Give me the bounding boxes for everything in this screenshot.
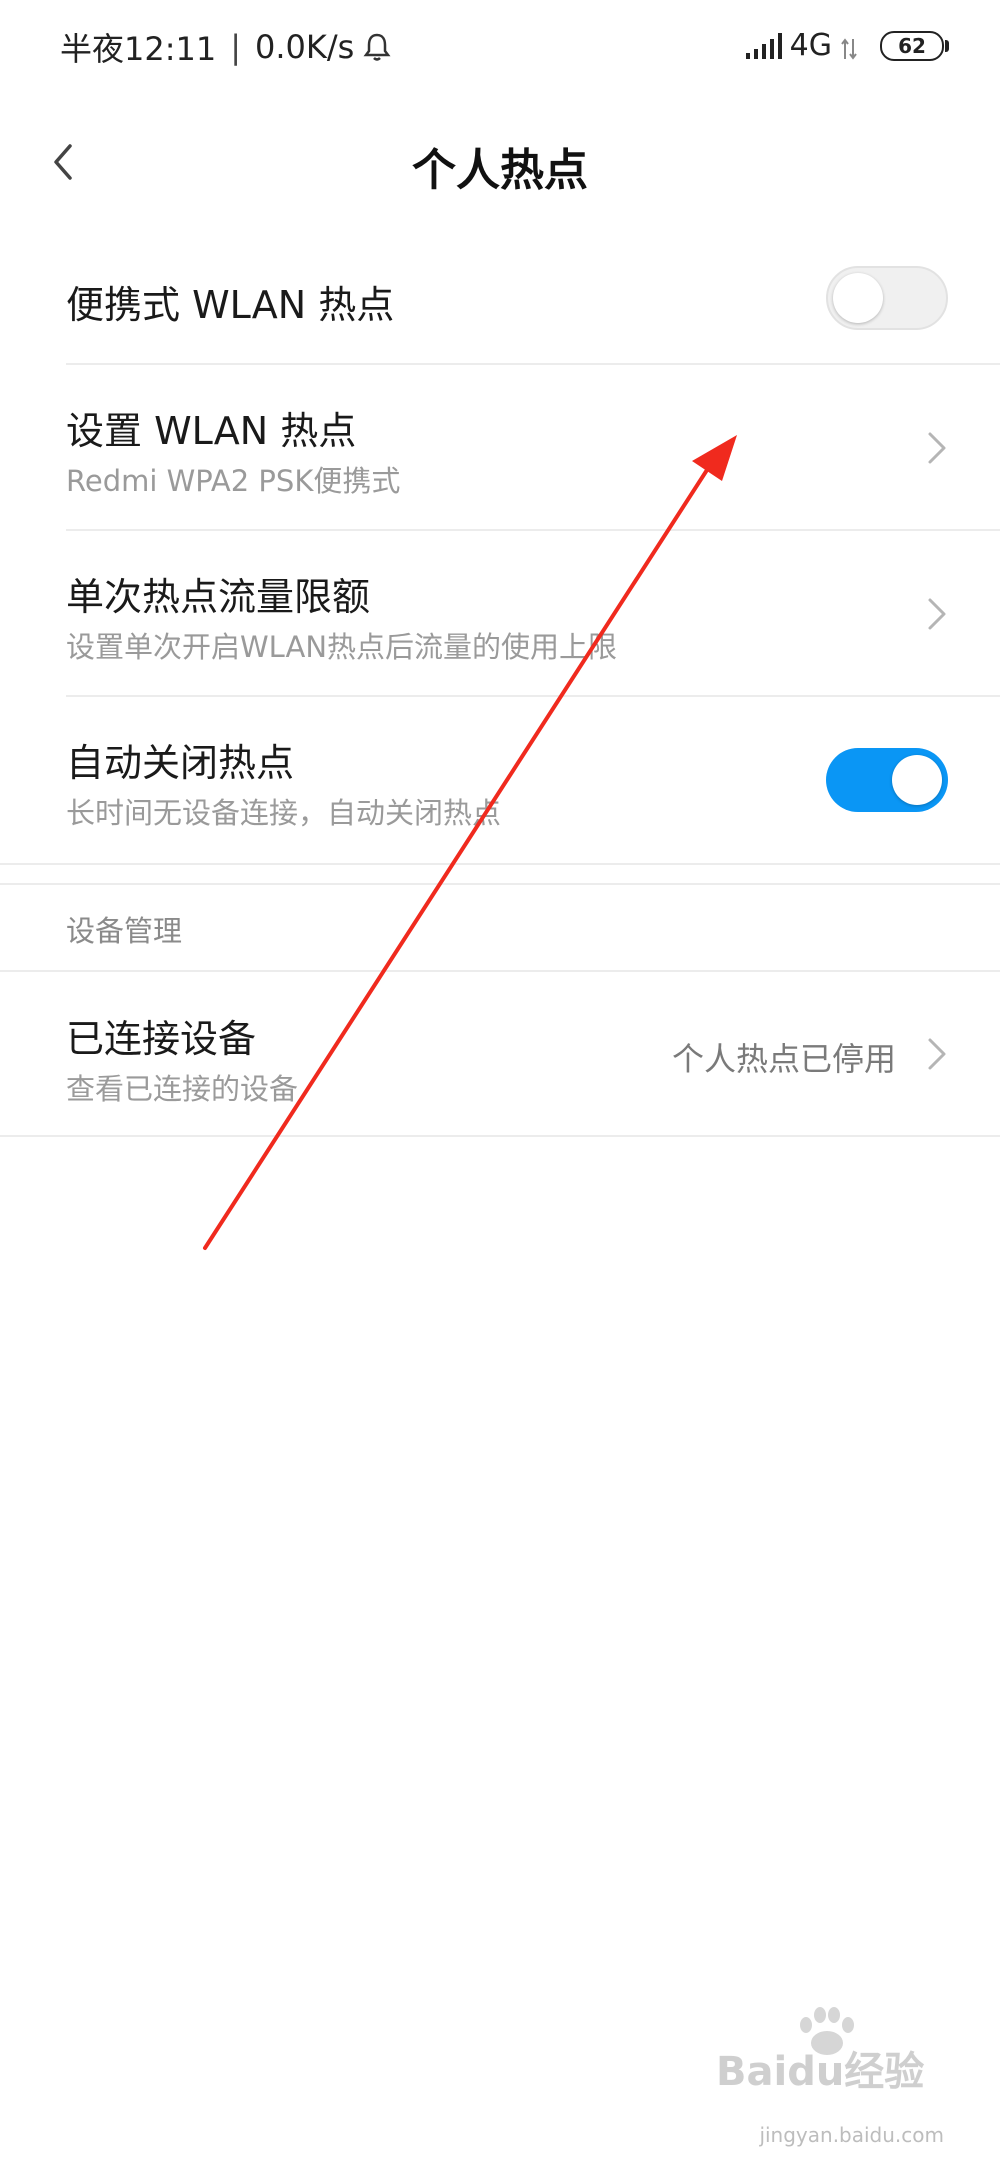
divider	[0, 1135, 1000, 1137]
hotspot-status-value: 个人热点已停用	[671, 1040, 896, 1078]
status-separator: |	[230, 28, 242, 66]
chevron-right-icon	[924, 592, 950, 636]
portable-hotspot-row[interactable]: 便携式 WLAN 热点	[0, 240, 1000, 365]
divider	[66, 529, 1000, 531]
status-left: 半夜12:11 | 0.0K/s	[60, 24, 392, 70]
signal-icon	[744, 31, 784, 61]
chevron-right-icon	[924, 426, 950, 470]
battery-icon: 62	[880, 30, 949, 61]
toggle-knob	[892, 755, 942, 805]
data-arrows-icon	[840, 34, 858, 60]
watermark-url: jingyan.baidu.com	[759, 2123, 944, 2147]
bell-icon	[362, 31, 392, 63]
status-net-speed: 0.0K/s	[255, 28, 355, 66]
divider	[66, 363, 1000, 365]
auto-off-subtitle: 长时间无设备连接，自动关闭热点	[66, 796, 502, 830]
status-time: 半夜12:11	[60, 30, 217, 68]
setup-hotspot-title: 设置 WLAN 热点	[66, 409, 357, 453]
section-divider	[0, 863, 1000, 865]
battery-level: 62	[898, 33, 926, 58]
status-right: 4G 62	[744, 28, 949, 63]
section-label-device-management: 设备管理	[66, 914, 183, 948]
connected-devices-title: 已连接设备	[66, 1017, 257, 1061]
auto-off-toggle[interactable]	[826, 748, 948, 812]
divider	[66, 695, 1000, 697]
header: 个人热点	[0, 110, 1000, 210]
data-limit-row[interactable]: 单次热点流量限额 设置单次开启WLAN热点后流量的使用上限	[0, 532, 1000, 697]
portable-hotspot-toggle[interactable]	[826, 266, 948, 330]
auto-off-title: 自动关闭热点	[66, 741, 295, 785]
setup-hotspot-subtitle: Redmi WPA2 PSK便携式	[66, 464, 401, 498]
data-limit-subtitle: 设置单次开启WLAN热点后流量的使用上限	[66, 630, 618, 664]
network-type: 4G	[789, 28, 832, 63]
data-limit-title: 单次热点流量限额	[66, 575, 371, 619]
auto-off-row[interactable]: 自动关闭热点 长时间无设备连接，自动关闭热点	[0, 698, 1000, 863]
section-divider	[0, 883, 1000, 885]
connected-devices-row[interactable]: 已连接设备 查看已连接的设备 个人热点已停用	[0, 972, 1000, 1137]
chevron-right-icon	[924, 1032, 950, 1076]
baidu-watermark: Baidu经验	[710, 1997, 950, 2107]
portable-hotspot-title: 便携式 WLAN 热点	[66, 283, 395, 327]
page-title: 个人热点	[412, 145, 588, 196]
watermark-brand: Baidu经验	[716, 2049, 924, 2095]
toggle-knob	[833, 273, 883, 323]
connected-devices-subtitle: 查看已连接的设备	[66, 1072, 299, 1106]
setup-hotspot-row[interactable]: 设置 WLAN 热点 Redmi WPA2 PSK便携式	[0, 366, 1000, 531]
status-bar: 半夜12:11 | 0.0K/s 4G 62	[0, 0, 1000, 100]
